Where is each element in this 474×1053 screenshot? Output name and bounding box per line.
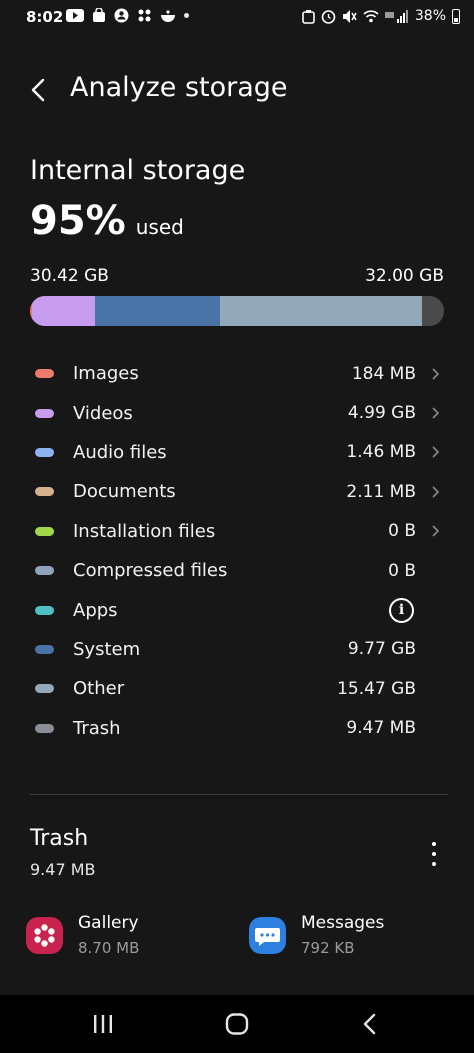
dot-icon [184, 13, 189, 18]
messages-app-size: 792 KB [301, 939, 355, 957]
gallery-app-size: 8.70 MB [78, 939, 140, 957]
bar-segment-videos [32, 296, 96, 326]
category-row-installation-files[interactable]: Installation files 0 B [0, 512, 474, 551]
gallery-app-name: Gallery [78, 913, 139, 933]
category-color-dot [35, 447, 54, 457]
battery-percent: 38% [414, 8, 446, 24]
category-label: Trash [73, 717, 121, 739]
category-size: 9.47 MB [346, 718, 416, 739]
category-size: 4.99 GB [347, 403, 416, 424]
category-label: Documents [73, 481, 176, 503]
category-size: 2.11 MB [346, 481, 416, 502]
chevron-right-icon [432, 407, 440, 419]
category-label: Videos [73, 402, 133, 424]
system-icons: 38% [302, 8, 460, 24]
system-navigation-bar [0, 995, 474, 1053]
category-row-videos[interactable]: Videos 4.99 GB [0, 393, 474, 432]
category-row-audio-files[interactable]: Audio files 1.46 MB [0, 433, 474, 472]
total-amount: 32.00 GB [365, 266, 444, 286]
category-size: 15.47 GB [337, 678, 416, 699]
used-label: used [135, 215, 184, 239]
category-color-dot [35, 723, 54, 733]
status-bar: 8:02 38% [0, 0, 474, 36]
bar-segment-system [95, 296, 220, 326]
category-row-documents[interactable]: Documents 2.11 MB [0, 472, 474, 511]
category-row-other: Other 15.47 GB [0, 669, 474, 708]
category-color-dot [35, 408, 54, 418]
clock-icon [321, 9, 336, 24]
chevron-right-icon [432, 486, 440, 498]
trash-section-size: 9.47 MB [30, 860, 96, 879]
category-label: Compressed files [73, 560, 228, 582]
category-size: 9.77 GB [347, 639, 416, 660]
account-icon [114, 8, 129, 23]
category-label: Audio files [73, 441, 167, 463]
recents-icon[interactable] [90, 1013, 116, 1035]
used-amount: 30.42 GB [30, 266, 109, 286]
category-list: Images 184 MB Videos 4.99 GB Audio files 1.46… [0, 354, 474, 748]
usage-summary: 95% used [30, 198, 184, 244]
category-label: Apps [73, 599, 118, 621]
category-color-dot [35, 566, 54, 576]
section-divider [30, 794, 448, 795]
shopping-bag-icon [93, 8, 105, 22]
page-title: Analyze storage [70, 72, 288, 103]
category-row-trash: Trash 9.47 MB [0, 709, 474, 748]
back-arrow-icon[interactable] [26, 76, 52, 104]
bar-segment-free [422, 296, 444, 326]
category-color-dot [35, 605, 54, 615]
category-size: 184 MB [351, 363, 416, 384]
category-row-compressed-files: Compressed files 0 B [0, 551, 474, 590]
chevron-right-icon [432, 525, 440, 537]
category-row-images[interactable]: Images 184 MB [0, 354, 474, 393]
battery-icon [452, 8, 460, 24]
category-color-dot [35, 487, 54, 497]
home-icon[interactable] [224, 1013, 250, 1035]
gallery-app-icon [26, 917, 63, 954]
category-label: Images [73, 363, 139, 385]
category-label: Other [73, 678, 125, 700]
alarm-icon [302, 9, 315, 24]
category-label: Installation files [73, 520, 216, 542]
category-size: 0 B [388, 521, 416, 542]
messages-app-name: Messages [301, 913, 385, 933]
notification-icons [66, 8, 189, 23]
dots-icon [138, 9, 151, 22]
mute-icon [342, 9, 357, 23]
status-time: 8:02 [26, 8, 64, 26]
category-row-apps[interactable]: Apps i [0, 590, 474, 629]
more-options-icon[interactable] [424, 842, 444, 866]
category-color-dot [35, 526, 54, 536]
storage-title: Internal storage [30, 155, 246, 186]
category-size: 0 B [388, 560, 416, 581]
usage-percent: 95% [30, 198, 126, 244]
messages-app-icon [249, 917, 286, 954]
bowl-icon [161, 9, 175, 22]
storage-usage-bar [30, 296, 444, 326]
category-row-system: System 9.77 GB [0, 630, 474, 669]
chevron-right-icon [432, 446, 440, 459]
category-size: 1.46 MB [346, 442, 416, 463]
category-color-dot [35, 684, 54, 694]
trash-section-title: Trash [30, 826, 89, 851]
category-color-dot [35, 369, 54, 379]
nav-back-icon[interactable] [358, 1013, 384, 1035]
bar-segment-other [219, 296, 423, 326]
info-icon[interactable]: i [389, 597, 414, 623]
signal-icon [384, 10, 408, 23]
category-color-dot [35, 644, 54, 654]
app-header: Analyze storage [0, 70, 474, 110]
youtube-icon [66, 9, 84, 22]
chevron-right-icon [432, 368, 440, 380]
category-label: System [73, 638, 141, 660]
wifi-icon [363, 10, 379, 23]
